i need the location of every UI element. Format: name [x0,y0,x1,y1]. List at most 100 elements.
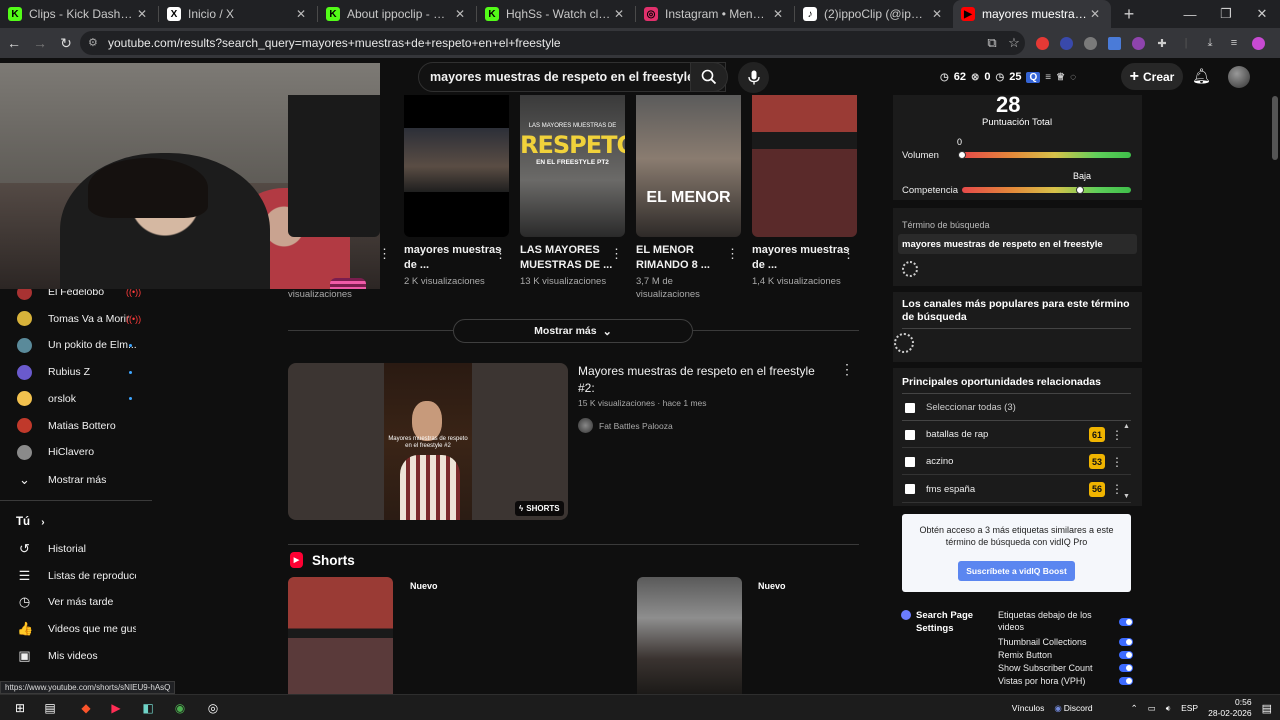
vidiq-setting-toggle[interactable] [1119,664,1133,672]
back-icon[interactable]: ← [2,35,26,51]
keyword-more-icon[interactable]: ⋮ [1111,428,1123,442]
sidebar-item-0[interactable]: ↺ Historial [0,536,155,562]
site-info-icon[interactable]: ⚙ [88,36,102,50]
menu-kebab-icon[interactable]: ⋮ [1271,35,1280,51]
address-url[interactable]: youtube.com/results?search_query=mayores… [108,36,981,50]
discord-icon[interactable]: ◉ [1054,703,1061,714]
carousel-thumb-3[interactable]: EL MENOR [636,95,741,237]
brave-browser-icon[interactable]: ◆ [77,699,95,717]
vidiq-list-icon[interactable]: ≡ [1045,72,1051,83]
browser-tab-1[interactable]: X Inicio / X ✕ [159,0,317,28]
install-app-icon[interactable]: ⧉ [981,35,1003,51]
vidiq-keyword-row[interactable]: fms españa 56 ⋮ [902,477,1131,503]
extension-blue-icon[interactable] [1055,35,1077,51]
tab-close-icon[interactable]: ✕ [611,7,627,21]
carousel-more-icon-2[interactable]: ⋮ [610,246,623,262]
account-avatar[interactable] [1228,66,1250,88]
result-channel[interactable]: Fat Battles Palooza [578,418,673,433]
create-button[interactable]: + Crear [1121,63,1183,90]
tab-close-icon[interactable]: ✕ [770,7,786,21]
carousel-more-icon-1[interactable]: ⋮ [494,246,507,262]
carousel-more-icon-3[interactable]: ⋮ [726,246,739,262]
browser-tab-4[interactable]: ◎ Instagram • Mensajes ✕ [636,0,794,28]
carousel-title-2[interactable]: LAS MAYORES MUESTRAS DE ... [520,243,620,272]
obs-icon[interactable]: ◎ [204,699,222,717]
file-explorer-icon[interactable]: ▤ [41,699,59,717]
vidiq-chat-icon[interactable]: ◌ [1070,72,1076,83]
keyword-more-icon[interactable]: ⋮ [1111,455,1123,469]
vidiq-logo-icon[interactable]: Q [1026,71,1041,83]
browser-tab-5[interactable]: ♪ (2)ippoClip (@ippoclip) | TikTok✕ [795,0,953,28]
extension-translate-icon[interactable] [1103,35,1125,51]
result-more-icon[interactable]: ⋮ [840,361,854,378]
browser-tab-2[interactable]: K About ippoclip - Watch Live on✕ [318,0,476,28]
scroll-up-icon[interactable]: ▲ [1123,423,1130,430]
scroll-down-icon[interactable]: ▼ [1123,493,1130,500]
short-thumb-1[interactable] [637,577,742,694]
sidebar-channel-2[interactable]: Un pokito de Elm... [0,332,155,358]
carousel-title-4[interactable]: mayores muestras de ... [752,243,852,272]
windows-start-icon[interactable]: ⊞ [11,699,29,717]
carousel-title-1[interactable]: mayores muestras de ... [404,243,504,272]
carousel-title-3[interactable]: EL MENOR RIMANDO 8 ... [636,243,736,272]
carousel-thumb-1[interactable] [404,95,509,237]
search-input[interactable]: mayores muestras de respeto en el freest… [418,62,726,92]
result-channel-name[interactable]: Fat Battles Palooza [599,421,673,431]
vidiq-term-value[interactable]: mayores muestras de respeto en el freest… [898,234,1137,254]
media-player-icon[interactable]: ▶ [107,699,125,717]
profile-icon[interactable] [1247,35,1269,51]
sidebar-channel-5[interactable]: Matias Bottero [0,413,155,439]
keyword-checkbox[interactable] [905,484,915,495]
search-button[interactable] [690,62,728,92]
vinculos-label[interactable]: Vínculos [1012,703,1045,713]
vidiq-trophy-icon[interactable]: ♕ [1056,72,1065,83]
vidiq-upgrade-button[interactable]: Suscríbete a vidIQ Boost [958,561,1075,581]
sidebar-you-heading[interactable]: Tú › [16,516,45,528]
notifications-bell-icon[interactable]: 🔔︎ [1192,67,1211,85]
vidiq-select-all[interactable]: Seleccionar todas (3) [902,395,1131,421]
tray-chevron-icon[interactable]: ⌃ [1131,703,1138,714]
carousel-thumb-2[interactable]: LAS MAYORES MUESTRAS DE RESPETO EN EL FR… [520,95,625,237]
sidebar-channel-4[interactable]: orslok [0,386,155,412]
vidiq-setting-toggle[interactable] [1119,618,1133,626]
result-title[interactable]: Mayores muestras de respeto en el freest… [578,363,823,397]
tab-close-icon[interactable]: ✕ [1087,7,1103,21]
download-icon[interactable]: ⤓ [1199,35,1221,51]
tab-close-icon[interactable]: ✕ [929,7,945,21]
show-more-button[interactable]: Mostrar más ⌄ [453,319,693,343]
reload-icon[interactable]: ↻ [54,35,78,52]
vidiq-setting-toggle[interactable] [1119,651,1133,659]
sidebar-show-more[interactable]: ⌄ Mostrar más [0,467,155,493]
tab-close-icon[interactable]: ✕ [452,7,468,21]
browser-tab-3[interactable]: K HqhSs - Watch clips on Kick✕ [477,0,635,28]
sidebar-item-1[interactable]: ☰ Listas de reproducc... [0,563,155,589]
search-query[interactable]: mayores muestras de respeto en el freest… [430,70,694,84]
sidebar-channel-6[interactable]: HiClavero [0,439,155,465]
sidebar-channel-1[interactable]: Tomas Va a Morir ((•)) [0,306,155,332]
extension-purple-icon[interactable] [1127,35,1149,51]
browser-tab-6[interactable]: ▶ mayores muestras de respeto e✕ [953,0,1111,28]
minimize-icon[interactable]: — [1172,7,1208,22]
carousel-thumb-4[interactable] [752,95,857,237]
extension-red-icon[interactable] [1031,35,1053,51]
clock[interactable]: 0:56 28-02-2026 [1208,697,1251,719]
volume-icon[interactable]: 🔉︎ [1166,703,1171,714]
vidiq-keyword-row[interactable]: batallas de rap 61 ⋮ [902,422,1131,448]
voice-search-button[interactable] [738,62,769,93]
carousel-more-icon-4[interactable]: ⋮ [842,246,855,262]
extensions-puzzle-icon[interactable]: ✚ [1151,35,1173,51]
sidebar-item-2[interactable]: ◷ Ver más tarde [0,589,155,615]
vidiq-setting-toggle[interactable] [1119,677,1133,685]
keyword-checkbox[interactable] [905,429,915,440]
address-bar[interactable]: ⚙ youtube.com/results?search_query=mayor… [80,31,1025,55]
tab-close-icon[interactable]: ✕ [293,7,309,21]
result-thumbnail[interactable]: Mayores muestras de respeto en el freest… [288,363,568,520]
app-icon[interactable]: ◧ [139,699,157,717]
chrome-icon[interactable]: ◉ [171,699,189,717]
notification-center-icon[interactable]: ▤ [1262,702,1272,715]
select-all-checkbox[interactable] [905,402,915,413]
page-scrollbar[interactable] [1272,96,1278,160]
network-icon[interactable]: ▭ [1148,703,1156,714]
bookmark-star-icon[interactable]: ☆ [1003,35,1025,51]
carousel-thumb-0[interactable] [288,95,380,237]
